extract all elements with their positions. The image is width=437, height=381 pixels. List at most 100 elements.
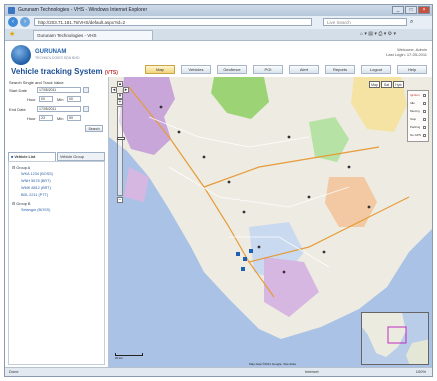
map-type-map[interactable]: Map bbox=[369, 81, 380, 88]
legend-item: Stop bbox=[410, 117, 417, 121]
user-info: Welcome, Admin Last Login: 17-05-2011 bbox=[386, 47, 427, 57]
brand-subtitle: TECHNOLOGIES SDN BHD bbox=[35, 56, 80, 60]
vehicle-list-icon: ■ bbox=[11, 155, 14, 159]
start-date-field[interactable]: 17/05/2011 bbox=[37, 87, 81, 93]
zoom-level[interactable]: 100% bbox=[416, 368, 426, 375]
hour-label: Hour bbox=[27, 116, 36, 121]
browser-tab[interactable]: Gurunam Technologies - VHS bbox=[33, 30, 153, 40]
status-legend: Ignition Idle Moving Stop Parking No GPS bbox=[407, 90, 429, 142]
legend-checkbox[interactable] bbox=[423, 126, 426, 129]
legend-checkbox[interactable] bbox=[423, 110, 426, 113]
start-date-label: Start Date bbox=[9, 88, 28, 93]
tab-vehicle-group[interactable]: Vehicle Group bbox=[57, 152, 105, 161]
legend-item: Moving bbox=[410, 109, 420, 113]
main-menu: Map Vehicles Geofence POI Alert Reports … bbox=[145, 65, 432, 75]
legend-item: Parking bbox=[410, 125, 421, 129]
menu-geofence[interactable]: Geofence bbox=[217, 65, 247, 74]
menu-logout[interactable]: Logout bbox=[361, 65, 391, 74]
menu-vehicles[interactable]: Vehicles bbox=[181, 65, 211, 74]
app-title-text: Vehicle tracking System bbox=[11, 67, 103, 76]
zone-text: Internet bbox=[305, 369, 319, 374]
brand-name: GURUNAM bbox=[35, 49, 67, 55]
calendar-icon[interactable] bbox=[83, 106, 89, 112]
search-button[interactable]: Search bbox=[85, 125, 103, 132]
end-hour-select[interactable]: 23 bbox=[39, 115, 53, 121]
pan-right-icon[interactable]: ▸ bbox=[123, 87, 129, 93]
tab-vehicle-group-label: Vehicle Group bbox=[60, 155, 84, 159]
minimap-canvas bbox=[362, 313, 428, 364]
end-date-label: End Date bbox=[9, 107, 26, 112]
map-type-hybrid[interactable]: Hyb bbox=[393, 81, 404, 88]
search-section-label: Search Single and Track Value bbox=[9, 80, 64, 85]
vehicle-tree: ⊟ Group A WKA 1234 (BOSS) WNH 5678 (BRT)… bbox=[8, 161, 105, 365]
end-date-field[interactable]: 17/05/2011 bbox=[37, 106, 81, 112]
legend-checkbox[interactable] bbox=[423, 118, 426, 121]
zoom-slider[interactable] bbox=[117, 106, 125, 196]
title-bar: Gurunam Technologies - VHS - Windows Int… bbox=[5, 5, 432, 16]
zoom-in-icon[interactable]: + bbox=[117, 99, 123, 105]
search-icon[interactable]: ⌕ bbox=[410, 18, 419, 26]
sidebar: Search Single and Track Value Start Date… bbox=[5, 77, 109, 368]
map-copyright: Map data ©2011 Google, Tele Atlas bbox=[249, 362, 296, 366]
menu-alert[interactable]: Alert bbox=[289, 65, 319, 74]
browser-status-bar: Done Internet 100% bbox=[5, 367, 432, 376]
map-type-satellite[interactable]: Sat bbox=[381, 81, 392, 88]
menu-map[interactable]: Map bbox=[145, 65, 175, 74]
menu-poi[interactable]: POI bbox=[253, 65, 283, 74]
tree-group-label: Group A bbox=[16, 166, 31, 170]
map-view[interactable]: ▴ ◂ ▸ ▾ + − Map Sat Hyb Ignition Idle Mo… bbox=[109, 77, 432, 368]
zoom-slider-handle[interactable] bbox=[117, 137, 125, 140]
vehicle-tabs: ■ Vehicle List Vehicle Group bbox=[8, 152, 105, 161]
legend-checkbox[interactable] bbox=[423, 94, 426, 97]
map-type-control: Map Sat Hyb bbox=[369, 81, 405, 88]
toolbar-icons[interactable]: ⌂ ▾ ▤ ▾ ⎙ ▾ ⚙ ▾ bbox=[360, 31, 396, 37]
legend-item: No GPS bbox=[410, 133, 422, 137]
back-icon[interactable]: ‹ bbox=[8, 17, 18, 27]
tree-vehicle-item[interactable]: Selangor (BOSS) bbox=[21, 208, 50, 212]
legend-item: Ignition bbox=[410, 93, 420, 97]
tree-vehicle-item[interactable]: WMK 8812 (BRT) bbox=[21, 186, 51, 190]
last-login: Last Login: 17-05-2011 bbox=[386, 52, 427, 57]
tree-group-b[interactable]: ⊟ Group B bbox=[12, 201, 30, 206]
overview-minimap[interactable] bbox=[361, 312, 429, 365]
tab-vehicle-list-label: Vehicle List bbox=[14, 155, 36, 159]
status-text: Done bbox=[9, 369, 19, 374]
min-label: Min bbox=[57, 116, 64, 121]
forward-icon[interactable]: › bbox=[20, 17, 30, 27]
map-scale: 20 km bbox=[115, 353, 143, 360]
tree-vehicle-item[interactable]: WKA 1234 (BOSS) bbox=[21, 172, 53, 176]
address-bar: ‹ › http://203.71.181.75/VHS/default.asp… bbox=[5, 16, 432, 29]
web-page: GURUNAM TECHNOLOGIES SDN BHD Vehicle tra… bbox=[5, 41, 432, 368]
end-min-select[interactable]: 59 bbox=[67, 115, 81, 121]
legend-item: Idle bbox=[410, 101, 415, 105]
favorites-star-icon[interactable]: ★ bbox=[9, 30, 15, 38]
hour-label: Hour bbox=[27, 97, 36, 102]
company-logo-icon bbox=[11, 45, 31, 65]
menu-reports[interactable]: Reports bbox=[325, 65, 355, 74]
calendar-icon[interactable] bbox=[83, 87, 89, 93]
maximize-button[interactable]: □ bbox=[405, 6, 417, 14]
min-label: Min bbox=[57, 97, 64, 102]
tree-vehicle-item[interactable]: BDL 2211 (PTT) bbox=[21, 193, 48, 197]
tree-vehicle-item[interactable]: WNH 5678 (BRT) bbox=[21, 179, 51, 183]
page-title: Vehicle tracking System (VTS) bbox=[11, 67, 118, 76]
window-title: Gurunam Technologies - VHS - Windows Int… bbox=[18, 7, 148, 13]
minimize-button[interactable]: _ bbox=[392, 6, 404, 14]
tab-bar: ★ Gurunam Technologies - VHS ⌂ ▾ ▤ ▾ ⎙ ▾… bbox=[5, 29, 432, 41]
menu-help[interactable]: Help bbox=[397, 65, 427, 74]
url-field[interactable]: http://203.71.181.75/VHS/default.aspx?id… bbox=[34, 18, 312, 26]
close-button[interactable]: × bbox=[418, 6, 430, 14]
legend-checkbox[interactable] bbox=[423, 134, 426, 137]
tab-vehicle-list[interactable]: ■ Vehicle List bbox=[8, 152, 56, 161]
start-min-select[interactable]: 00 bbox=[67, 96, 81, 102]
legend-checkbox[interactable] bbox=[423, 102, 426, 105]
zoom-out-icon[interactable]: − bbox=[117, 197, 123, 203]
tree-group-label: Group B bbox=[16, 202, 31, 206]
scale-label: 20 km bbox=[115, 356, 124, 360]
ie-icon bbox=[8, 7, 15, 14]
app-badge: (VTS) bbox=[104, 70, 118, 76]
start-hour-select[interactable]: 00 bbox=[39, 96, 53, 102]
search-input[interactable]: Live Search bbox=[323, 18, 407, 26]
tree-group-a[interactable]: ⊟ Group A bbox=[12, 165, 30, 170]
browser-window: Gurunam Technologies - VHS - Windows Int… bbox=[4, 4, 433, 377]
